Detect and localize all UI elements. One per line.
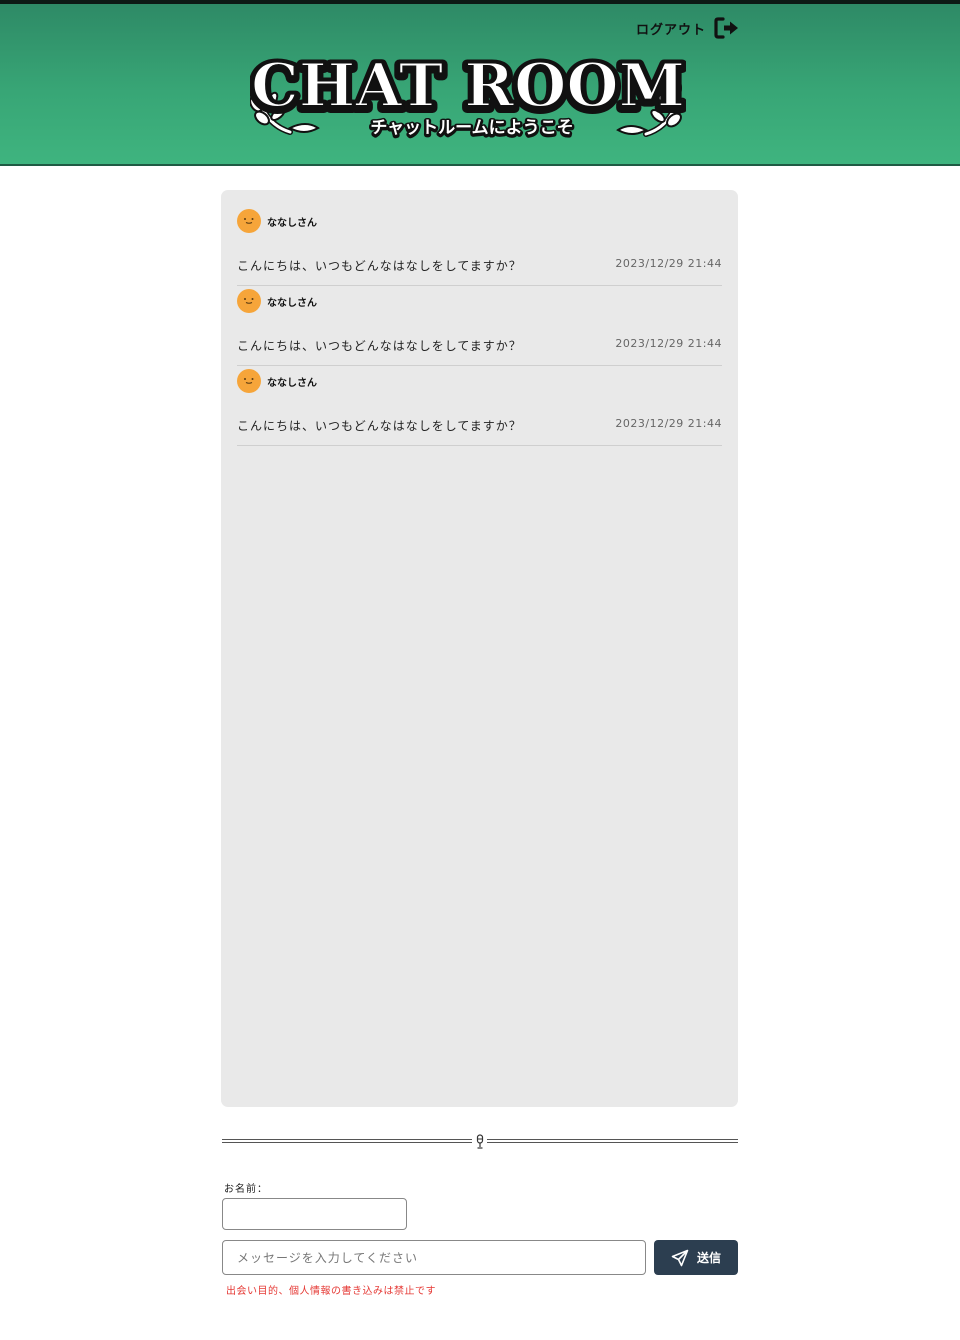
chat-message-list[interactable]: ななしさん こんにちは、いつもどんなはなしをしてますか？ 2023/12/29 …	[221, 190, 738, 1107]
header: ログアウト CHAT ROOM CHAT ROOM チャットルームにようこそ チ…	[0, 0, 960, 166]
divider-line	[487, 1139, 738, 1143]
smiley-face-icon	[237, 369, 261, 393]
message-text: こんにちは、いつもどんなはなしをしてますか？	[237, 339, 522, 353]
message-timestamp: 2023/12/29 21:44	[615, 257, 722, 270]
message-author: ななしさん	[267, 377, 317, 389]
divider-line	[222, 1139, 472, 1143]
smiley-face-icon	[237, 289, 261, 313]
microphone-icon	[476, 1134, 484, 1149]
send-label: 送信	[696, 1251, 721, 1265]
logo-subtitle: チャットルームにようこそ	[370, 118, 573, 138]
chat-message: ななしさん こんにちは、いつもどんなはなしをしてますか？ 2023/12/29 …	[237, 286, 722, 366]
name-label: お名前：	[224, 1184, 268, 1195]
message-author: ななしさん	[267, 217, 317, 229]
message-timestamp: 2023/12/29 21:44	[615, 417, 722, 430]
logo-title: CHAT ROOM	[251, 51, 685, 121]
message-text: こんにちは、いつもどんなはなしをしてますか？	[237, 259, 522, 273]
message-timestamp: 2023/12/29 21:44	[615, 337, 722, 350]
send-button[interactable]: 送信	[654, 1240, 738, 1275]
logout-label: ログアウト	[635, 22, 706, 38]
posting-warning: 出会い目的、個人情報の書き込みは禁止です	[226, 1286, 436, 1297]
message-input[interactable]	[222, 1240, 646, 1275]
chat-room-logo: CHAT ROOM CHAT ROOM チャットルームにようこそ チャットルーム…	[250, 44, 686, 144]
logout-button[interactable]: ログアウト	[636, 16, 740, 40]
name-input[interactable]	[222, 1198, 407, 1230]
sign-out-icon	[714, 17, 738, 39]
smiley-face-icon	[237, 209, 261, 233]
message-author: ななしさん	[267, 297, 317, 309]
section-divider	[222, 1134, 738, 1150]
chat-message: ななしさん こんにちは、いつもどんなはなしをしてますか？ 2023/12/29 …	[237, 206, 722, 286]
chat-message: ななしさん こんにちは、いつもどんなはなしをしてますか？ 2023/12/29 …	[237, 366, 722, 446]
message-text: こんにちは、いつもどんなはなしをしてますか？	[237, 419, 522, 433]
paper-plane-icon	[671, 1249, 689, 1266]
